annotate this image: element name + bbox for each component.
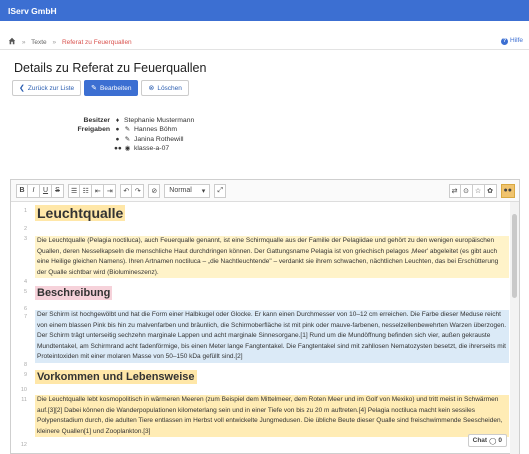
app-title[interactable]: IServ GmbH bbox=[8, 6, 57, 16]
outdent-button[interactable]: ⇤ bbox=[92, 183, 105, 198]
paragraph-description: Der Schirm ist hochgewölbt und hat die F… bbox=[35, 310, 509, 363]
delete-button[interactable]: ⊗ Löschen bbox=[141, 80, 189, 96]
page-title: Details zu Referat zu Feuerquallen bbox=[14, 61, 207, 75]
line-number: 4 bbox=[23, 279, 27, 285]
line-number: 7 bbox=[23, 314, 27, 320]
scrollbar-thumb[interactable] bbox=[512, 214, 517, 298]
paragraph-intro: Die Leuchtqualle (Pelagia noctiluca), au… bbox=[35, 236, 509, 278]
back-label: Zurück zur Liste bbox=[27, 84, 75, 92]
hide-icon-button[interactable]: ⊘ bbox=[148, 183, 161, 198]
editor-scrollbar[interactable] bbox=[510, 202, 519, 454]
editor-toolbar: B I U S ☰ ☷ ⇤ ⇥ ↶ ↷ ⊘ Normal▾ ⤢ ⇄ ⊙ ☆ ✿ bbox=[11, 180, 519, 202]
underline-button[interactable]: U bbox=[40, 183, 52, 198]
app-header: IServ GmbH bbox=[0, 0, 529, 21]
undo-button[interactable]: ↶ bbox=[120, 183, 133, 198]
breadcrumb-item-current: Referat zu Feuerquallen bbox=[61, 39, 132, 46]
help-label: Hilfe bbox=[509, 37, 523, 44]
line-number: 1 bbox=[23, 208, 27, 214]
file-meta: Besitzer ♦ Stephanie Mustermann Freigaben… bbox=[60, 116, 195, 153]
collaborators-button[interactable]: ●● bbox=[500, 183, 515, 198]
line-number: 9 bbox=[23, 372, 27, 378]
line-number: 3 bbox=[23, 236, 27, 242]
group-icon: ●● bbox=[114, 144, 122, 152]
home-icon[interactable] bbox=[8, 37, 16, 45]
chat-count: 0 bbox=[498, 437, 502, 444]
heading-1: Leuchtqualle bbox=[35, 205, 126, 221]
italic-button[interactable]: I bbox=[28, 183, 40, 198]
heading-occurrence: Vorkommen und Lebensweise bbox=[35, 370, 197, 384]
line-number: 2 bbox=[23, 226, 27, 232]
unordered-list-button[interactable]: ☷ bbox=[80, 183, 93, 198]
history-icon-button[interactable]: ⊙ bbox=[460, 183, 473, 198]
owner-icon: ♦ bbox=[115, 117, 120, 124]
chat-button[interactable]: Chat ◯ 0 bbox=[467, 434, 507, 447]
star-icon-button[interactable]: ☆ bbox=[472, 183, 485, 198]
back-to-list-button[interactable]: ❮ Zurück zur Liste bbox=[12, 80, 82, 96]
line-number: 11 bbox=[21, 397, 27, 403]
fullscreen-button[interactable]: ⤢ bbox=[214, 183, 227, 198]
ordered-list-button[interactable]: ☰ bbox=[68, 183, 81, 198]
text-editor: B I U S ☰ ☷ ⇤ ⇥ ↶ ↷ ⊘ Normal▾ ⤢ ⇄ ⊙ ☆ ✿ bbox=[10, 179, 520, 454]
caret-down-icon: ▾ bbox=[201, 187, 206, 195]
shares-label: Freigaben bbox=[77, 126, 110, 134]
user-icon: ● bbox=[115, 135, 120, 143]
redo-button[interactable]: ↷ bbox=[132, 183, 145, 198]
delete-label: Löschen bbox=[157, 84, 182, 92]
line-number: 5 bbox=[23, 289, 27, 295]
chat-bubble-icon: ◯ bbox=[489, 437, 497, 445]
strikethrough-button[interactable]: S bbox=[52, 183, 64, 198]
help-icon: ? bbox=[500, 38, 508, 45]
share-user: Janina Rothewill bbox=[134, 135, 184, 143]
line-number: 10 bbox=[20, 387, 27, 393]
line-number: 6 bbox=[23, 306, 27, 312]
action-buttons: ❮ Zurück zur Liste ✎ Bearbeiten ⊗ Löschen bbox=[12, 80, 189, 96]
swap-icon-button[interactable]: ⇄ bbox=[448, 183, 461, 198]
share-group: klasse-a-07 bbox=[134, 144, 170, 152]
edit-label: Bearbeiten bbox=[100, 84, 132, 92]
pencil-icon: ✎ bbox=[124, 135, 131, 143]
pencil-icon: ✎ bbox=[124, 126, 131, 134]
breadcrumb: » Texte » Referat zu Feuerquallen ? Hilfe bbox=[0, 33, 529, 50]
breadcrumb-separator: » bbox=[52, 39, 57, 46]
user-icon: ● bbox=[115, 126, 120, 134]
indent-button[interactable]: ⇥ bbox=[104, 183, 117, 198]
help-link[interactable]: ? Hilfe bbox=[500, 37, 523, 45]
owner-label: Besitzer bbox=[83, 117, 110, 124]
share-user: Hannes Böhm bbox=[134, 126, 178, 134]
line-number: 12 bbox=[20, 442, 27, 448]
breadcrumb-separator: » bbox=[21, 39, 26, 46]
eye-icon: ◉ bbox=[124, 144, 131, 152]
bold-button[interactable]: B bbox=[16, 183, 28, 198]
settings-icon-button[interactable]: ✿ bbox=[484, 183, 497, 198]
format-select[interactable]: Normal ▾ bbox=[164, 183, 211, 198]
delete-circle-icon: ⊗ bbox=[148, 85, 155, 92]
chevron-left-icon: ❮ bbox=[19, 85, 25, 92]
edit-button[interactable]: ✎ Bearbeiten bbox=[84, 80, 139, 96]
owner-name: Stephanie Mustermann bbox=[124, 117, 195, 124]
breadcrumb-item-texte[interactable]: Texte bbox=[31, 39, 47, 46]
editor-content[interactable]: 1 2 3 4 5 6 7 8 9 10 11 12 Leuchtqualle … bbox=[11, 202, 519, 454]
edit-icon: ✎ bbox=[91, 85, 97, 92]
line-number: 8 bbox=[23, 362, 27, 368]
chat-label: Chat bbox=[472, 437, 488, 444]
heading-description: Beschreibung bbox=[35, 286, 113, 300]
paragraph-occurrence: Die Leuchtqualle lebt kosmopolitisch in … bbox=[35, 395, 509, 437]
